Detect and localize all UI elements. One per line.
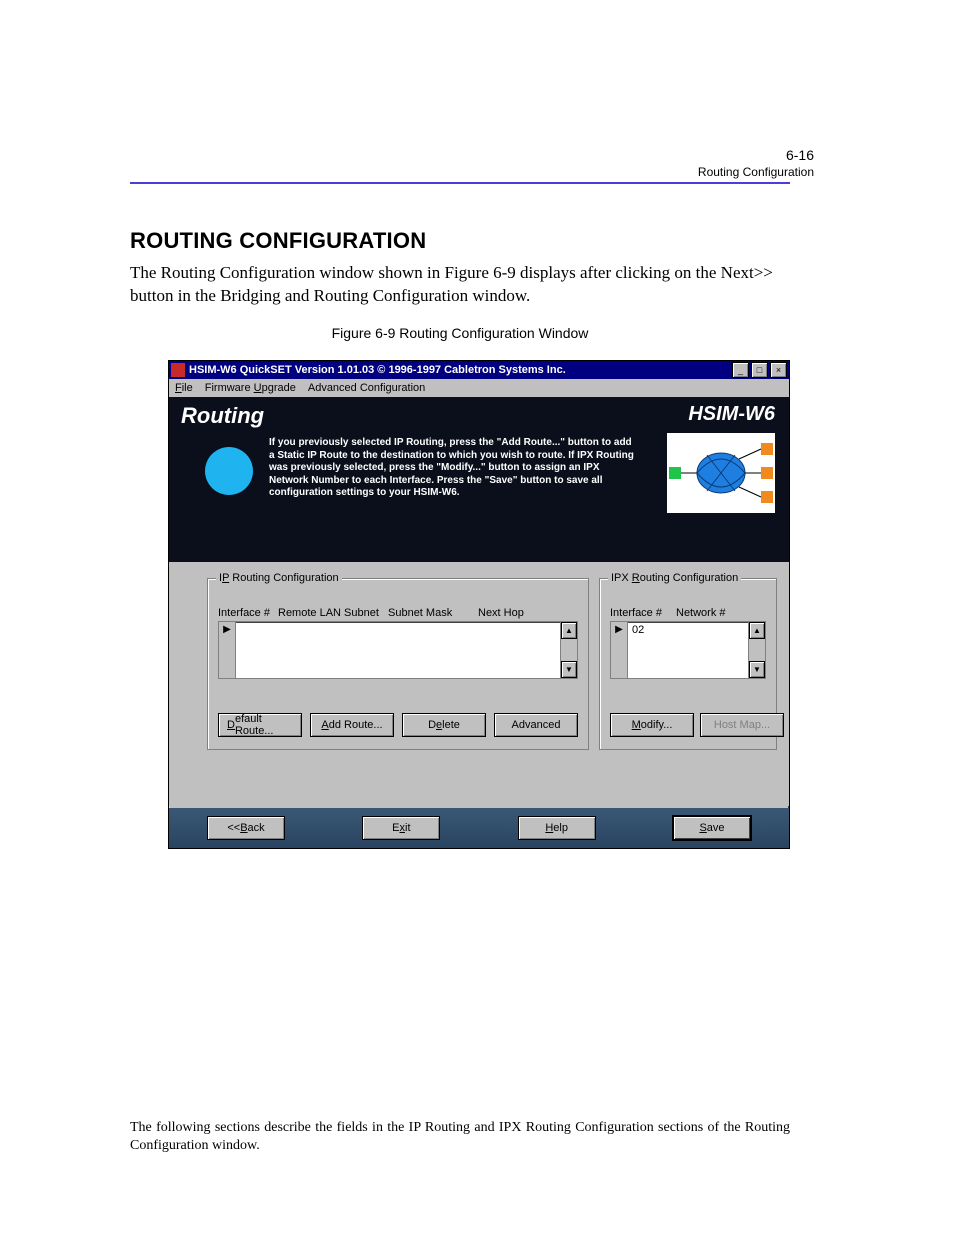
wizard-footer: << Back Exit Help Save bbox=[169, 808, 789, 848]
back-button[interactable]: << Back bbox=[207, 816, 285, 840]
ip-legend: IP Routing Configuration bbox=[216, 572, 342, 584]
scroll-up-icon[interactable]: ▲ bbox=[561, 622, 577, 639]
ipx-column-headers: Interface # Network # bbox=[610, 607, 766, 619]
ip-grid[interactable]: ▶ ▲ ▼ bbox=[218, 621, 578, 679]
window-title: HSIM-W6 QuickSET Version 1.01.03 © 1996-… bbox=[189, 364, 730, 376]
ip-col-subnet: Remote LAN Subnet bbox=[278, 607, 388, 619]
menu-firmware-upgrade[interactable]: Firmware Upgrade bbox=[205, 382, 296, 394]
menu-advanced-configuration[interactable]: Advanced Configuration bbox=[308, 382, 425, 394]
network-diagram-icon bbox=[667, 433, 775, 513]
trailing-paragraph: The following sections describe the fiel… bbox=[130, 1119, 790, 1155]
modify-button[interactable]: Modify... bbox=[610, 713, 694, 737]
ipx-routing-group: IPX Routing Configuration Interface # Ne… bbox=[599, 578, 777, 750]
ip-col-interface: Interface # bbox=[218, 607, 278, 619]
header-rule bbox=[130, 182, 790, 184]
default-route-button[interactable]: Default Route... bbox=[218, 713, 302, 737]
menu-file[interactable]: File bbox=[175, 382, 193, 394]
ipx-row-cells[interactable]: 02 bbox=[628, 622, 748, 678]
intro-paragraph: The Routing Configuration window shown i… bbox=[130, 262, 790, 308]
app-window: HSIM-W6 QuickSET Version 1.01.03 © 1996-… bbox=[168, 360, 790, 849]
ip-col-mask: Subnet Mask bbox=[388, 607, 478, 619]
hero-instructions: If you previously selected IP Routing, p… bbox=[269, 437, 639, 500]
figure-caption: Figure 6-9 Routing Configuration Window bbox=[130, 325, 790, 341]
scroll-down-icon[interactable]: ▼ bbox=[561, 661, 577, 678]
ip-row-marker: ▶ bbox=[219, 622, 236, 678]
config-body: IP Routing Configuration Interface # Rem… bbox=[169, 562, 789, 806]
save-button[interactable]: Save bbox=[673, 816, 751, 840]
ipx-row-marker: ▶ bbox=[611, 622, 628, 678]
help-button[interactable]: Help bbox=[518, 816, 596, 840]
scroll-up-icon[interactable]: ▲ bbox=[749, 622, 765, 639]
ipx-col-interface: Interface # bbox=[610, 607, 676, 619]
ipx-legend: IPX Routing Configuration bbox=[608, 572, 741, 584]
running-head: Routing Configuration bbox=[698, 165, 814, 179]
scroll-down-icon[interactable]: ▼ bbox=[749, 661, 765, 678]
exit-button[interactable]: Exit bbox=[362, 816, 440, 840]
ip-col-nexthop: Next Hop bbox=[478, 607, 548, 619]
section-title: ROUTING CONFIGURATION bbox=[130, 228, 426, 254]
hero-title: Routing bbox=[181, 403, 264, 429]
ipx-scrollbar[interactable]: ▲ ▼ bbox=[748, 622, 765, 678]
circle-icon bbox=[205, 447, 253, 495]
titlebar[interactable]: HSIM-W6 QuickSET Version 1.01.03 © 1996-… bbox=[169, 361, 789, 379]
ip-row-cells[interactable] bbox=[236, 622, 560, 678]
menubar: File Firmware Upgrade Advanced Configura… bbox=[169, 379, 789, 397]
ip-routing-group: IP Routing Configuration Interface # Rem… bbox=[207, 578, 589, 750]
minimize-button[interactable]: _ bbox=[732, 362, 749, 378]
page-number: 6-16 bbox=[786, 147, 814, 163]
ipx-grid[interactable]: ▶ 02 ▲ ▼ bbox=[610, 621, 766, 679]
close-button[interactable]: × bbox=[770, 362, 787, 378]
advanced-button[interactable]: Advanced bbox=[494, 713, 578, 737]
hero-panel: Routing HSIM-W6 If you previously select… bbox=[169, 397, 789, 562]
ip-scrollbar[interactable]: ▲ ▼ bbox=[560, 622, 577, 678]
delete-button[interactable]: Delete bbox=[402, 713, 486, 737]
hero-brand: HSIM-W6 bbox=[688, 403, 775, 426]
app-icon bbox=[171, 363, 185, 377]
scroll-track[interactable] bbox=[749, 639, 765, 661]
ipx-col-network: Network # bbox=[676, 607, 740, 619]
add-route-button[interactable]: Add Route... bbox=[310, 713, 394, 737]
host-map-button: Host Map... bbox=[700, 713, 784, 737]
scroll-track[interactable] bbox=[561, 639, 577, 661]
maximize-button[interactable]: □ bbox=[751, 362, 768, 378]
ip-column-headers: Interface # Remote LAN Subnet Subnet Mas… bbox=[218, 607, 578, 619]
